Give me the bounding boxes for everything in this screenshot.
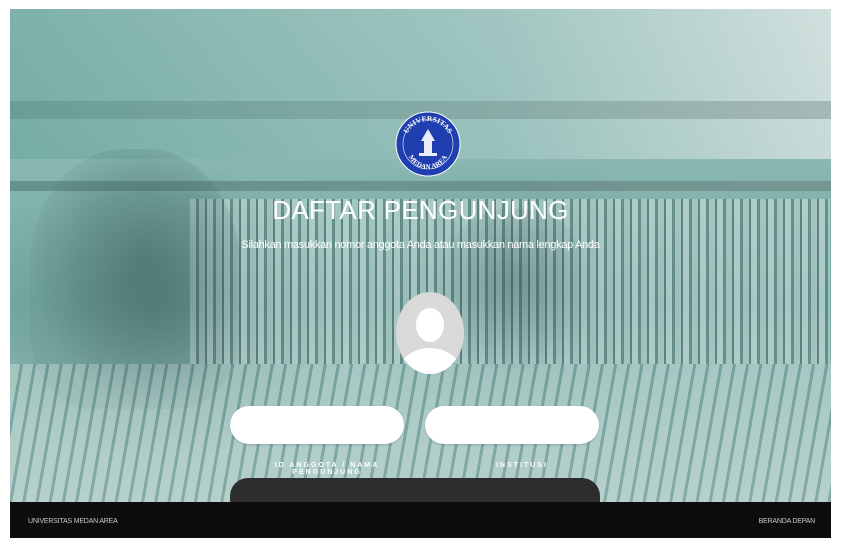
page-subtitle: Silahkan masukkan nomor anggota Anda ata… bbox=[241, 239, 600, 251]
institution-field-label: INSTITUSI bbox=[496, 462, 548, 469]
member-field-label: ID ANGGOTA / NAMA PENGUNJUNG bbox=[274, 462, 380, 476]
university-logo: UNIVERSITAS MEDAN AREA bbox=[395, 111, 461, 177]
institution-input[interactable] bbox=[425, 406, 599, 444]
page-title: DAFTAR PENGUNJUNG bbox=[272, 195, 569, 225]
background-person bbox=[30, 149, 240, 409]
user-silhouette-icon bbox=[396, 292, 464, 374]
footer-university-name: UNIVERSITAS MEDAN AREA bbox=[28, 518, 118, 525]
footer-home-link[interactable]: BERANDA DEPAN bbox=[759, 518, 816, 525]
background-hero: UNIVERSITAS MEDAN AREA DAFTAR PENGUNJUNG… bbox=[10, 9, 831, 502]
footer: UNIVERSITAS MEDAN AREA BERANDA DEPAN bbox=[10, 502, 831, 538]
member-id-name-input[interactable] bbox=[230, 406, 404, 444]
